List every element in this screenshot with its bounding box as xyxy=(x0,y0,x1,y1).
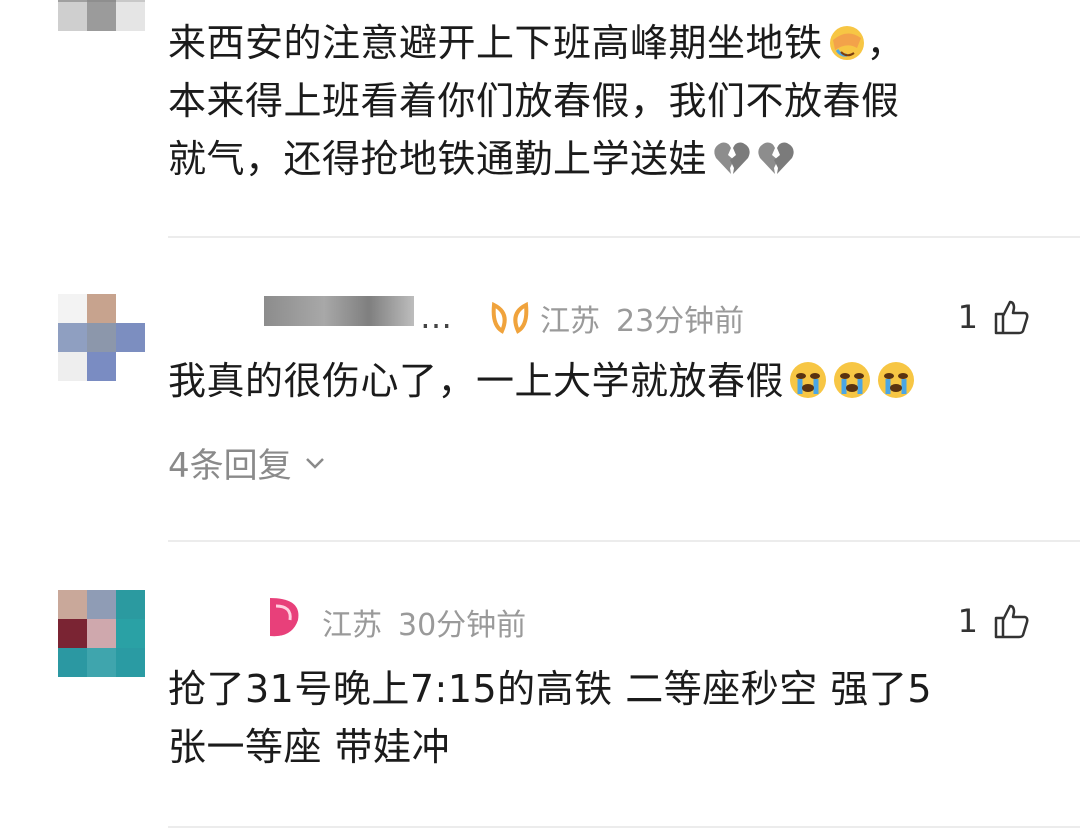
timestamp: 23分钟前 xyxy=(616,304,745,339)
broken-heart-icon xyxy=(758,142,794,174)
member-badge-icon xyxy=(491,301,529,334)
like-button[interactable]: 1 xyxy=(958,298,1030,336)
divider xyxy=(168,236,1080,238)
view-replies-button[interactable]: 4条回复 xyxy=(168,438,328,487)
comment-meta: 江苏 30分钟前 xyxy=(322,600,526,644)
avatar[interactable] xyxy=(58,0,145,31)
vip-badge-icon xyxy=(270,598,299,637)
divider xyxy=(168,540,1080,542)
username-ellipsis: … xyxy=(420,298,452,336)
timestamp: 30分钟前 xyxy=(398,608,527,643)
broken-heart-icon xyxy=(714,142,750,174)
comment-text: 我真的很伤心了，一上大学就放春假 xyxy=(168,352,1058,410)
comment-text: 来西安的注意避开上下班高峰期坐地铁， 本来得上班看着你们放春假，我们不放春假 就… xyxy=(168,21,906,181)
avatar[interactable] xyxy=(58,590,145,677)
comment-text: 抢了31号晚上7:15的高铁 二等座秒空 强了5 张一等座 带娃冲 xyxy=(168,667,933,769)
chevron-down-icon xyxy=(305,457,324,469)
like-button[interactable]: 1 xyxy=(958,602,1030,640)
thumbs-up-icon xyxy=(994,604,1029,639)
like-count: 1 xyxy=(957,602,978,640)
divider xyxy=(168,826,1080,828)
avatar[interactable] xyxy=(58,294,145,381)
comment-meta: 江苏 23分钟前 xyxy=(488,296,744,340)
thumbs-up-icon xyxy=(994,300,1029,335)
username[interactable] xyxy=(264,296,414,326)
replies-label: 4条回复 xyxy=(168,446,292,486)
location: 江苏 xyxy=(540,304,600,339)
location: 江苏 xyxy=(322,608,382,643)
like-count: 1 xyxy=(957,298,978,336)
loudly-crying-face-icon xyxy=(878,362,915,398)
loudly-crying-face-icon xyxy=(790,362,827,398)
loudly-crying-face-icon xyxy=(834,362,871,398)
face-palm-crying-icon xyxy=(829,26,864,60)
